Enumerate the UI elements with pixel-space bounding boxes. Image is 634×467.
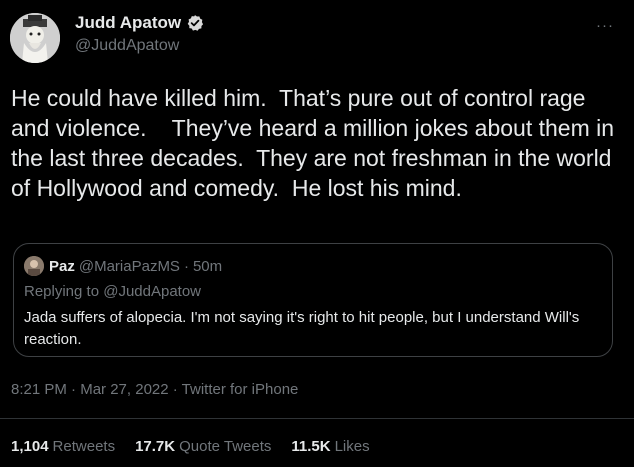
quoted-tweet-text: Jada suffers of alopecia. I'm not saying… (24, 309, 580, 348)
author-display-name[interactable]: Judd Apatow (75, 13, 181, 33)
retweets-label: Retweets (52, 438, 116, 455)
quote-tweets-label: Quote Tweets (179, 438, 272, 455)
quoted-timestamp[interactable]: 50m (193, 258, 222, 275)
tweet-stats: 1,104 Retweets 17.7K Quote Tweets 11.5K Lik… (11, 438, 390, 455)
quoted-author-avatar[interactable] (24, 256, 44, 276)
tweet-date[interactable]: Mar 27, 2022 (80, 381, 168, 398)
tweet-time[interactable]: 8:21 PM (11, 381, 67, 398)
tweet-text: He could have killed him. That’s pure ou… (11, 85, 621, 201)
likes-stat[interactable]: 11.5K Likes (291, 438, 369, 455)
meta-separator: · (168, 381, 182, 398)
quoted-author-handle[interactable]: @MariaPazMS (79, 258, 180, 275)
meta-separator: · (66, 381, 81, 398)
author-name-row: Judd Apatow (75, 13, 204, 33)
quoted-author-name[interactable]: Paz (49, 258, 75, 275)
retweets-count: 1,104 (11, 438, 49, 455)
likes-count: 11.5K (291, 438, 331, 455)
divider (0, 418, 634, 419)
quoted-avatar-image (24, 256, 44, 276)
quote-tweets-stat[interactable]: 17.7K Quote Tweets (135, 438, 271, 455)
likes-label: Likes (334, 438, 370, 455)
tweet-meta: 8:21 PM · Mar 27, 2022 · Twitter for iPh… (11, 381, 298, 398)
retweets-stat[interactable]: 1,104 Retweets (11, 438, 115, 455)
author-avatar[interactable] (10, 13, 60, 63)
quote-tweets-count: 17.7K (135, 438, 176, 455)
quoted-separator: · (183, 257, 189, 275)
quoted-replying-to: Replying to @JuddApatow (24, 283, 201, 300)
quoted-tweet[interactable]: Paz @MariaPazMS · 50m Replying to @JuddA… (13, 243, 613, 357)
verified-badge-icon (187, 15, 204, 31)
more-options-icon[interactable]: ··· (596, 18, 614, 33)
tweet-source[interactable]: Twitter for iPhone (182, 381, 299, 398)
quoted-tweet-header: Paz @MariaPazMS · 50m (24, 256, 222, 276)
avatar-image (10, 13, 60, 63)
author-handle[interactable]: @JuddApatow (75, 37, 179, 55)
